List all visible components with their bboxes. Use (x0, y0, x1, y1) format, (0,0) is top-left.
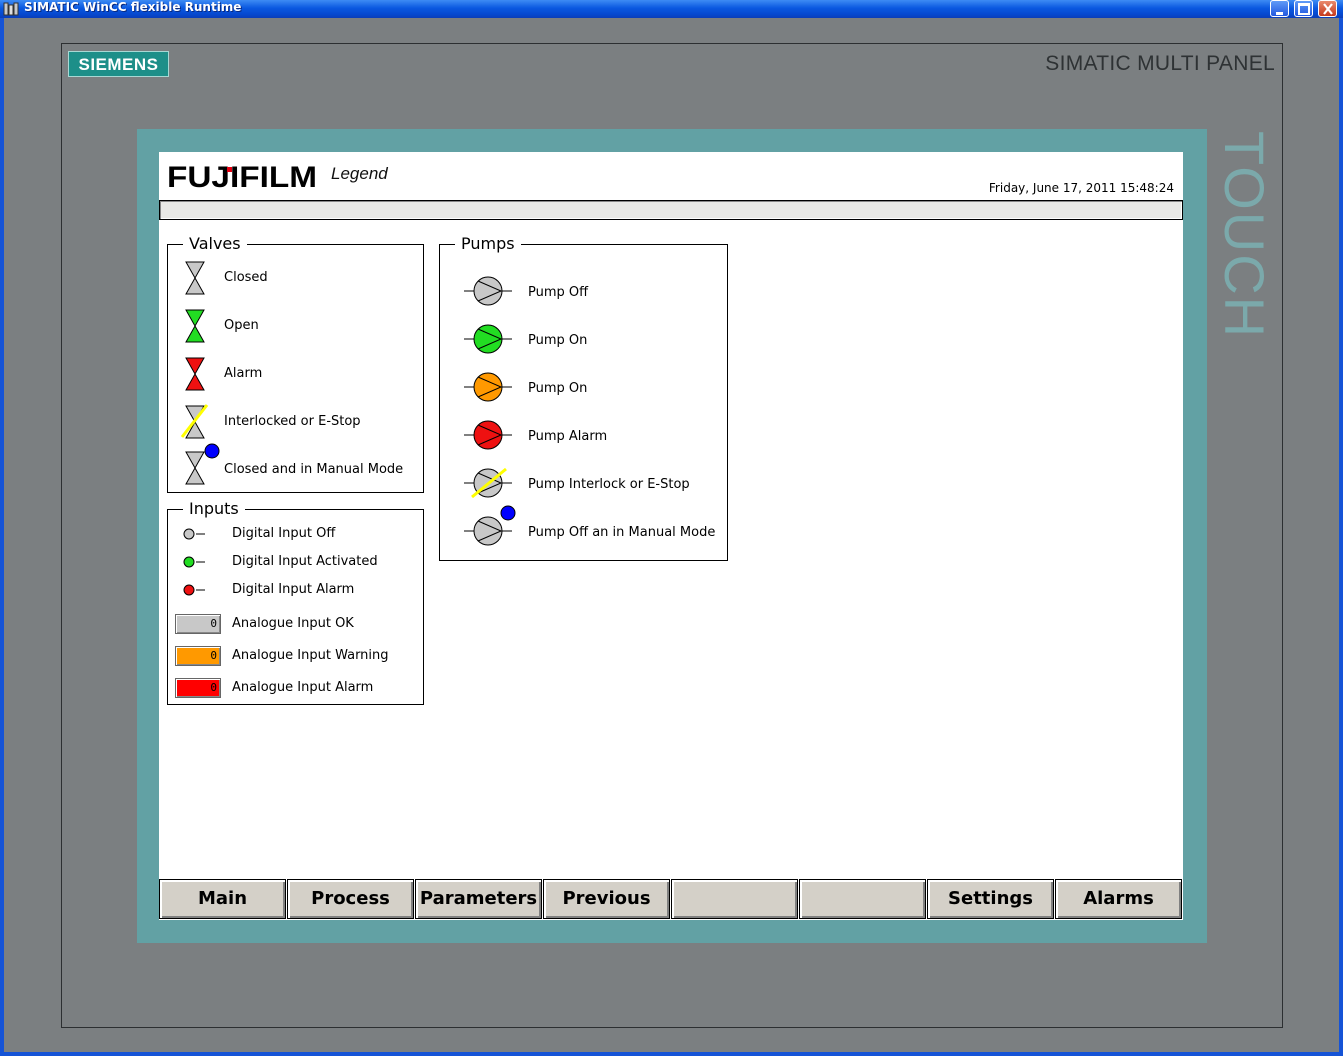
valve-alarm-icon (185, 357, 205, 391)
legend-item: Digital Input Alarm (168, 578, 423, 602)
svg-text:FUJIFILM: FUJIFILM (167, 161, 317, 193)
legend-item: Pump Off an in Manual Mode (440, 505, 727, 547)
valve-open-icon (185, 309, 205, 343)
maximize-icon (1298, 3, 1310, 15)
legend-item: 0 Analogue Input Warning (168, 643, 423, 669)
fujifilm-logo: FUJIFILM (167, 161, 317, 193)
minimize-button[interactable] (1270, 0, 1289, 17)
inputs-group: Inputs Digital Input Off Digital Input A… (167, 499, 424, 705)
legend-label: Open (224, 318, 259, 333)
digital-input-alarm-icon (183, 584, 205, 596)
nav-main-button[interactable]: Main (159, 879, 286, 919)
legend-label: Pump Interlock or E-Stop (528, 477, 690, 492)
digital-input-off-icon (183, 528, 205, 540)
legend-label: Digital Input Alarm (232, 582, 355, 597)
nav-process-button[interactable]: Process (287, 879, 414, 919)
pump-alarm-icon (464, 420, 512, 450)
analogue-input-warning-field: 0 (175, 646, 221, 666)
legend-item: Pump Alarm (440, 415, 727, 455)
legend-label: Pump Off (528, 285, 589, 300)
legend-item: 0 Analogue Input Alarm (168, 675, 423, 701)
nav-alarms-button[interactable]: Alarms (1055, 879, 1182, 919)
close-button[interactable] (1318, 0, 1337, 17)
legend-item: 0 Analogue Input OK (168, 611, 423, 637)
minimize-icon (1276, 12, 1283, 15)
datetime-display: Friday, June 17, 2011 15:48:24 (988, 181, 1174, 195)
legend-label: Digital Input Off (232, 526, 336, 541)
analogue-input-ok-field: 0 (175, 614, 221, 634)
siemens-logo: SIEMENS (68, 51, 169, 77)
panel-model-label: SIMATIC MULTI PANEL (1045, 52, 1275, 75)
message-bar (159, 200, 1183, 220)
legend-item: Open (168, 307, 423, 347)
close-icon (1323, 3, 1333, 15)
legend-item: Pump Interlock or E-Stop (440, 463, 727, 503)
legend-item: Pump On (440, 319, 727, 359)
nav-bar: Main Process Parameters Previous Setting… (159, 879, 1183, 920)
manual-mode-dot-icon (204, 443, 220, 459)
legend-label: Interlocked or E-Stop (224, 414, 361, 429)
pumps-group: Pumps Pump Off Pump On Pump On Pump Alar… (439, 234, 728, 561)
valve-interlock-icon (180, 404, 209, 439)
valves-group-title: Valves (183, 234, 247, 254)
legend-label: Analogue Input Alarm (232, 680, 374, 695)
legend-label: Analogue Input Warning (232, 648, 389, 663)
legend-item: Interlocked or E-Stop (168, 403, 423, 443)
window-title: SIMATIC WinCC flexible Runtime (24, 0, 242, 14)
legend-label: Pump On (528, 333, 588, 348)
maximize-button[interactable] (1294, 0, 1313, 17)
pump-interlock-icon (464, 467, 512, 499)
nav-blank-button-2[interactable] (799, 879, 926, 919)
pump-on-green-icon (464, 324, 512, 354)
hmi-screen: FUJIFILM Legend Friday, June 17, 2011 15… (159, 152, 1183, 920)
legend-label: Pump Off an in Manual Mode (528, 525, 716, 540)
inputs-group-title: Inputs (183, 499, 245, 519)
touch-label: TOUCH (1213, 131, 1276, 340)
legend-label: Analogue Input OK (232, 616, 354, 631)
legend-label: Digital Input Activated (232, 554, 378, 569)
legend-label: Pump Alarm (528, 429, 608, 444)
legend-label: Closed (224, 270, 268, 285)
wincc-app-icon (3, 2, 19, 16)
pump-off-icon (464, 276, 512, 306)
legend-label: Closed and in Manual Mode (224, 462, 404, 477)
pumps-group-title: Pumps (455, 234, 521, 254)
valve-manual-icon (185, 451, 205, 485)
pump-on-orange-icon (464, 372, 512, 402)
valves-group: Valves Closed Open Alarm Interlocked or … (167, 234, 424, 493)
legend-label: Alarm (224, 366, 263, 381)
legend-item: Closed (168, 259, 423, 299)
legend-item: Digital Input Off (168, 522, 423, 546)
legend-item: Pump Off (440, 271, 727, 311)
screen-title: Legend (331, 164, 388, 183)
nav-blank-button-1[interactable] (671, 879, 798, 919)
legend-label: Pump On (528, 381, 588, 396)
legend-item: Closed and in Manual Mode (168, 443, 423, 485)
nav-settings-button[interactable]: Settings (927, 879, 1054, 919)
digital-input-activated-icon (183, 556, 205, 568)
nav-parameters-button[interactable]: Parameters (415, 879, 542, 919)
window-titlebar[interactable]: SIMATIC WinCC flexible Runtime (0, 0, 1343, 18)
legend-item: Digital Input Activated (168, 550, 423, 574)
manual-mode-dot-icon (500, 505, 516, 521)
legend-item: Alarm (168, 355, 423, 395)
legend-item: Pump On (440, 367, 727, 407)
valve-closed-icon (185, 261, 205, 295)
nav-previous-button[interactable]: Previous (543, 879, 670, 919)
analogue-input-alarm-field: 0 (175, 678, 221, 698)
